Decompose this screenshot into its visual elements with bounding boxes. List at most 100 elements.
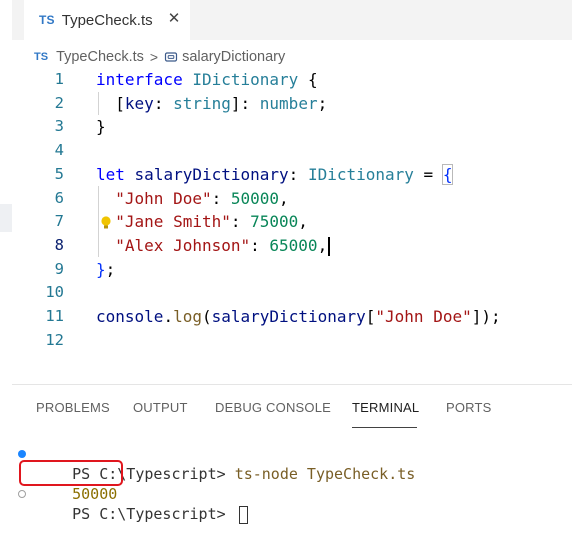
breadcrumb-separator: > — [149, 49, 159, 65]
line-number: 1 — [54, 70, 64, 88]
code-line[interactable]: 9}; — [12, 258, 572, 282]
sidebar-selection-mark — [0, 204, 12, 232]
terminal-line: PS C:\Typescript> — [36, 484, 248, 524]
breadcrumb-symbol[interactable]: salaryDictionary — [182, 49, 285, 65]
code-token: , — [279, 188, 289, 208]
code-token: string — [173, 93, 231, 113]
code-line[interactable]: 11 console.log(salaryDictionary["John Doe… — [12, 305, 572, 329]
sidebar-edge — [0, 0, 12, 528]
code-token: ( — [201, 307, 212, 326]
tab-ports[interactable]: PORTS — [446, 400, 492, 415]
line-number: 9 — [54, 259, 64, 278]
code-text: [key: string]: number; — [96, 92, 327, 116]
code-token: console — [96, 307, 164, 326]
line-number: 5 — [54, 164, 64, 183]
code-token: key — [124, 93, 154, 113]
code-token: interface — [96, 70, 183, 89]
code-token: salaryDictionary — [211, 307, 366, 326]
code-token: "Jane Smith" — [115, 212, 231, 232]
code-token: [ — [115, 93, 125, 113]
code-token: = — [413, 164, 443, 184]
tab-title: TypeCheck.ts — [61, 11, 153, 29]
code-token: "John Doe" — [375, 307, 472, 326]
code-text: console.log(salaryDictionary["John Doe"]… — [96, 305, 501, 329]
code-line[interactable]: 1 interface IDictionary { — [12, 68, 572, 92]
tab-output[interactable]: OUTPUT — [133, 400, 188, 415]
tab-problems[interactable]: PROBLEMS — [36, 400, 110, 415]
code-token: : — [250, 235, 270, 255]
code-token: , — [317, 235, 328, 255]
code-token: } — [96, 259, 106, 279]
tab-typecheck-ts[interactable]: TS TypeCheck.ts ✕ — [24, 0, 190, 40]
command-pending-icon — [18, 490, 26, 498]
line-number: 11 — [45, 307, 64, 325]
code-token: ]); — [471, 307, 501, 326]
code-text: } — [96, 115, 106, 139]
code-token: { — [441, 163, 454, 185]
tab-terminal[interactable]: TERMINAL — [352, 400, 419, 415]
code-text: "Alex Johnson": 65000, — [96, 234, 331, 258]
code-token: salaryDictionary — [134, 164, 289, 184]
tab-debug-console[interactable]: DEBUG CONSOLE — [215, 400, 331, 415]
code-token: : — [153, 93, 174, 113]
code-token: [ — [365, 307, 376, 326]
code-text: let salaryDictionary: IDictionary = { — [96, 163, 454, 187]
terminal-cursor — [238, 505, 248, 524]
code-token: ]: — [230, 93, 260, 113]
editor-tab-bar: TS TypeCheck.ts ✕ — [12, 0, 572, 40]
line-number: 2 — [54, 93, 64, 112]
line-number: 12 — [45, 330, 64, 349]
panel-tab-bar: PROBLEMS OUTPUT DEBUG CONSOLE TERMINAL PORTS — [12, 385, 572, 431]
line-number: 7 — [54, 212, 64, 231]
code-token: IDictionary — [307, 164, 414, 184]
code-line[interactable]: 6 "John Doe": 50000, — [12, 187, 572, 211]
code-text: "Jane Smith": 75000, — [96, 210, 308, 234]
code-token: "John Doe" — [115, 188, 212, 208]
symbol-variable-icon — [164, 52, 178, 62]
typescript-file-icon: TS — [34, 51, 49, 63]
code-text: interface IDictionary { — [96, 68, 318, 92]
code-editor[interactable]: 1 interface IDictionary {2 [key: string]:… — [12, 68, 572, 384]
close-icon[interactable]: ✕ — [166, 11, 182, 27]
line-number: 8 — [54, 235, 64, 254]
code-token: , — [298, 212, 308, 232]
code-line[interactable]: 8 "Alex Johnson": 65000, — [12, 234, 572, 258]
line-number: 3 — [54, 117, 64, 136]
code-line[interactable]: 5 let salaryDictionary: IDictionary = { — [12, 163, 572, 187]
code-token: 50000 — [230, 188, 280, 208]
code-line[interactable]: 10 — [12, 281, 572, 305]
typescript-file-icon: TS — [39, 13, 55, 27]
code-text: }; — [96, 258, 115, 282]
breadcrumb-file[interactable]: TypeCheck.ts — [56, 49, 144, 65]
code-token: . — [163, 307, 174, 326]
code-token: "Alex Johnson" — [115, 235, 251, 255]
code-token: ; — [105, 259, 116, 279]
code-token: ; — [317, 93, 328, 113]
active-tab-indicator — [352, 427, 417, 428]
code-line[interactable]: 7 "Jane Smith": 75000, — [12, 210, 572, 234]
lightbulb-icon[interactable] — [99, 215, 113, 231]
breadcrumb: TS TypeCheck.ts > salaryDictionary — [34, 46, 285, 68]
code-line[interactable]: 4 — [12, 139, 572, 163]
code-token: : — [211, 188, 231, 208]
code-token: 65000 — [269, 235, 318, 255]
terminal-command: ts-node TypeCheck.ts — [234, 465, 416, 483]
command-success-icon — [18, 450, 26, 458]
terminal-prompt: PS C:\Typescript> — [72, 505, 235, 523]
code-line[interactable]: 12 — [12, 329, 572, 353]
code-token: : — [230, 212, 251, 232]
code-token: IDictionary — [192, 70, 299, 89]
line-number: 4 — [54, 141, 64, 160]
code-token: { — [307, 70, 318, 89]
code-line[interactable]: 3} — [12, 115, 572, 139]
code-token: log — [173, 307, 202, 326]
code-token: let — [96, 164, 125, 184]
code-token: 75000 — [250, 212, 299, 232]
code-line[interactable]: 2 [key: string]: number; — [12, 92, 572, 116]
